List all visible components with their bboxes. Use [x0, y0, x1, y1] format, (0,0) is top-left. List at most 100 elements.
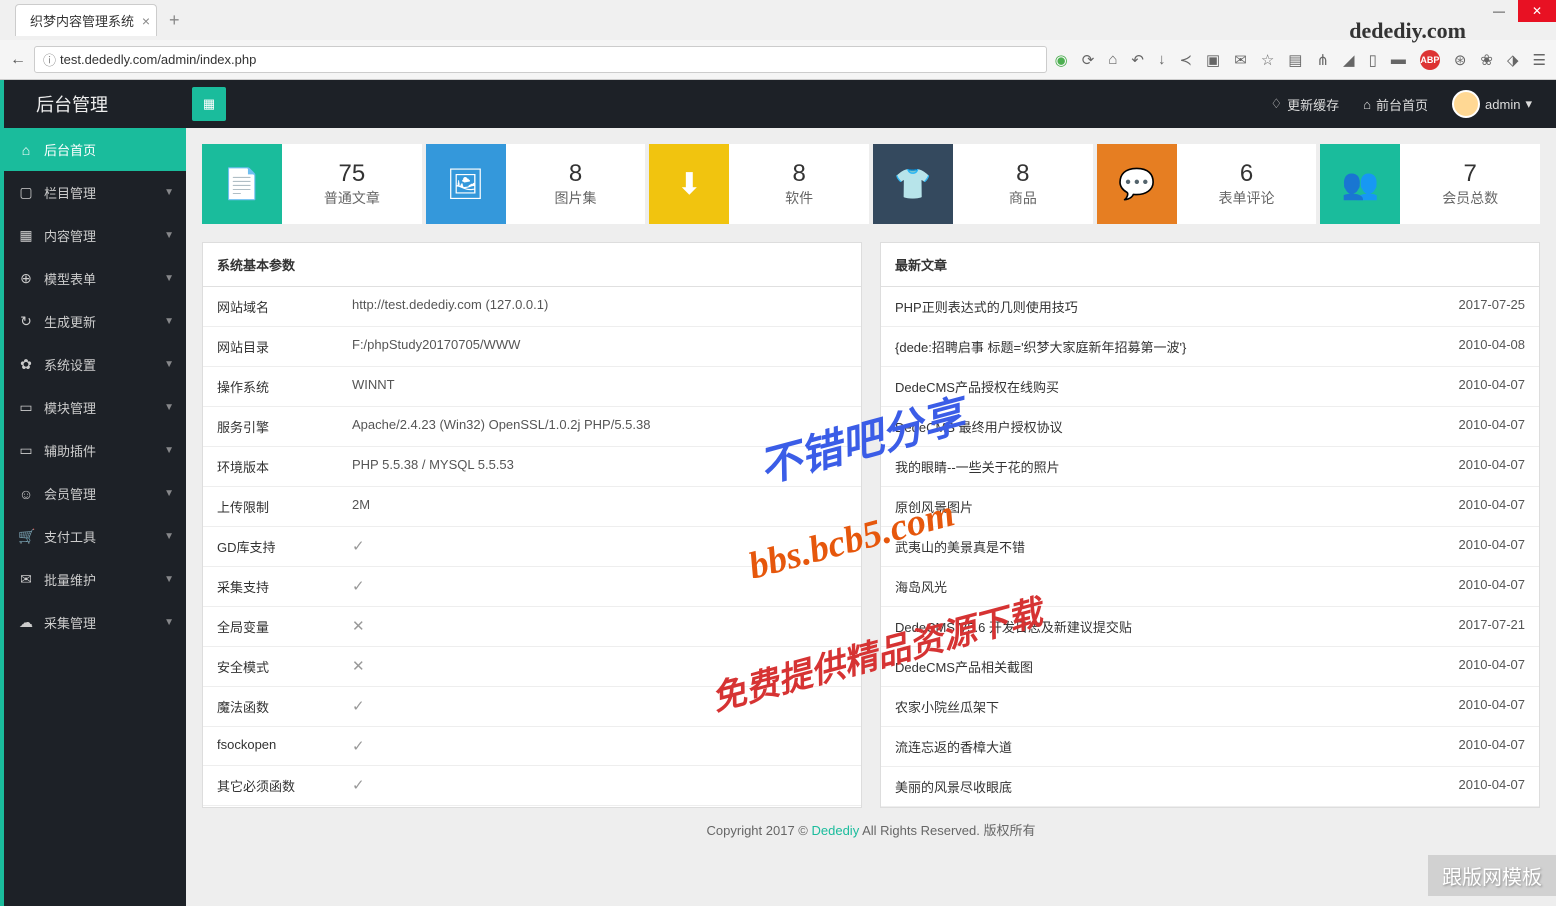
- sidebar-item-9[interactable]: 🛒支付工具▼: [4, 515, 186, 558]
- sidebar-item-label: 生成更新: [44, 312, 96, 331]
- sidebar-item-6[interactable]: ▭模块管理▼: [4, 386, 186, 429]
- home-icon[interactable]: ⌂: [1108, 51, 1117, 68]
- param-row: 其它必须函数✓: [203, 766, 861, 806]
- stat-card-5[interactable]: 👥7会员总数: [1320, 144, 1540, 224]
- panel-title: 系统基本参数: [203, 243, 861, 287]
- panel-icon[interactable]: ▯: [1369, 51, 1377, 69]
- sidebar-item-5[interactable]: ✿系统设置▼: [4, 343, 186, 386]
- download-icon[interactable]: ↓: [1158, 51, 1166, 68]
- stat-card-1[interactable]: 🖼8图片集: [426, 144, 646, 224]
- param-row: 服务引擎Apache/2.4.23 (Win32) OpenSSL/1.0.2j…: [203, 407, 861, 447]
- param-row: 全局变量✕: [203, 607, 861, 647]
- list-icon[interactable]: ▤: [1288, 51, 1302, 69]
- chevron-down-icon: ▼: [164, 574, 174, 585]
- new-tab-button[interactable]: +: [157, 10, 192, 31]
- ext1-icon[interactable]: ⊛: [1454, 51, 1467, 69]
- close-icon[interactable]: ×: [142, 13, 150, 29]
- param-row: fsockopen✓: [203, 727, 861, 766]
- refresh-icon: ♢: [1271, 96, 1283, 112]
- stat-icon: 🖼: [426, 144, 506, 224]
- sidebar-item-8[interactable]: ☺会员管理▼: [4, 472, 186, 515]
- app-container: 后台管理 ▦ ♢ 更新缓存 ⌂ 前台首页 admin ▾ ⌂后台首页▢栏目管理▼…: [0, 80, 1556, 906]
- param-row: GD库支持✓: [203, 527, 861, 567]
- app-body: ⌂后台首页▢栏目管理▼▦内容管理▼⊕模型表单▼↻生成更新▼✿系统设置▼▭模块管理…: [0, 128, 1556, 906]
- article-date: 2010-04-07: [1459, 737, 1526, 756]
- rss-icon[interactable]: ⋔: [1316, 51, 1329, 69]
- reload-icon[interactable]: ⟳: [1082, 51, 1095, 69]
- article-date: 2010-04-07: [1459, 577, 1526, 596]
- sidebar-icon: ✿: [18, 356, 34, 373]
- article-title-link[interactable]: 农家小院丝瓜架下: [895, 697, 1459, 716]
- frontend-link[interactable]: ⌂ 前台首页: [1363, 95, 1428, 114]
- article-title-link[interactable]: 美丽的风景尽收眼底: [895, 777, 1459, 796]
- article-title-link[interactable]: DedeCMS产品授权在线购买: [895, 377, 1459, 396]
- undo-icon[interactable]: ↶: [1131, 51, 1144, 69]
- star-icon[interactable]: ≺: [1179, 51, 1192, 69]
- stat-card-4[interactable]: 💬6表单评论: [1097, 144, 1317, 224]
- chevron-down-icon: ▼: [164, 488, 174, 499]
- tabs-bar: 织梦内容管理系统 × + dedediy.com — ✕: [0, 0, 1556, 40]
- param-row: 采集支持✓: [203, 567, 861, 607]
- sidebar-toggle-button[interactable]: ▦: [192, 87, 226, 121]
- sidebar-item-2[interactable]: ▦内容管理▼: [4, 214, 186, 257]
- refresh-cache-link[interactable]: ♢ 更新缓存: [1271, 95, 1340, 114]
- window-controls: — ✕: [1480, 0, 1556, 22]
- stat-icon: 📄: [202, 144, 282, 224]
- window-close-button[interactable]: ✕: [1518, 0, 1556, 22]
- url-input[interactable]: ⓘ test.dededly.com/admin/index.php: [34, 46, 1047, 73]
- article-row: 农家小院丝瓜架下2010-04-07: [881, 687, 1539, 727]
- stat-card-0[interactable]: 📄75普通文章: [202, 144, 422, 224]
- param-value: ✓: [352, 537, 847, 556]
- stat-number: 8: [729, 160, 869, 188]
- ext3-icon[interactable]: ⬗: [1507, 51, 1519, 69]
- sidebar-item-label: 栏目管理: [44, 183, 96, 202]
- shield-icon[interactable]: ◉: [1055, 51, 1068, 69]
- sidebar-item-0[interactable]: ⌂后台首页: [4, 128, 186, 171]
- article-title-link[interactable]: 原创风景图片: [895, 497, 1459, 516]
- folder-icon[interactable]: ▬: [1391, 51, 1406, 68]
- sidebar-item-label: 模型表单: [44, 269, 96, 288]
- back-icon[interactable]: ←: [10, 51, 26, 69]
- mail-icon[interactable]: ✉: [1234, 51, 1247, 69]
- article-title-link[interactable]: 武夷山的美景真是不错: [895, 537, 1459, 556]
- sidebar-item-1[interactable]: ▢栏目管理▼: [4, 171, 186, 214]
- stat-card-3[interactable]: 👕8商品: [873, 144, 1093, 224]
- user-menu[interactable]: admin ▾: [1452, 90, 1532, 118]
- article-title-link[interactable]: PHP正则表达式的几则使用技巧: [895, 297, 1459, 316]
- param-label: 全局变量: [217, 617, 352, 636]
- article-title-link[interactable]: 海岛风光: [895, 577, 1459, 596]
- minimize-button[interactable]: —: [1480, 0, 1518, 22]
- sidebar-item-7[interactable]: ▭辅助插件▼: [4, 429, 186, 472]
- param-label: 环境版本: [217, 457, 352, 476]
- article-title-link[interactable]: 我的眼睛--一些关于花的照片: [895, 457, 1459, 476]
- article-title-link[interactable]: {dede:招聘启事 标题='织梦大家庭新年招募第一波'}: [895, 337, 1459, 356]
- param-value: 2M: [352, 497, 847, 516]
- chevron-down-icon: ▼: [164, 617, 174, 628]
- article-row: 我的眼睛--一些关于花的照片2010-04-07: [881, 447, 1539, 487]
- footer-link[interactable]: Dedediy: [812, 823, 860, 838]
- article-title-link[interactable]: DedeCMS V5.6 开发日志及新建议提交贴: [895, 617, 1459, 636]
- article-title-link[interactable]: DedeCMS 最终用户授权协议: [895, 417, 1459, 436]
- abp-icon[interactable]: ABP: [1420, 50, 1440, 70]
- param-value: F:/phpStudy20170705/WWW: [352, 337, 847, 356]
- param-value: ✕: [352, 657, 847, 676]
- video-icon[interactable]: ▣: [1206, 51, 1220, 69]
- article-row: 原创风景图片2010-04-07: [881, 487, 1539, 527]
- ext2-icon[interactable]: ❀: [1480, 51, 1493, 69]
- sidebar-item-11[interactable]: ☁采集管理▼: [4, 601, 186, 644]
- sidebar-icon: ☁: [18, 614, 34, 631]
- browser-tab[interactable]: 织梦内容管理系统 ×: [15, 4, 157, 36]
- param-label: 其它必须函数: [217, 776, 352, 795]
- send-icon[interactable]: ◢: [1343, 51, 1355, 69]
- article-title-link[interactable]: 流连忘返的香樟大道: [895, 737, 1459, 756]
- article-title-link[interactable]: DedeCMS产品相关截图: [895, 657, 1459, 676]
- stat-card-2[interactable]: ⬇8软件: [649, 144, 869, 224]
- sidebar-item-10[interactable]: ✉批量维护▼: [4, 558, 186, 601]
- footer: Copyright 2017 © Dedediy All Rights Rese…: [202, 808, 1540, 851]
- sidebar-item-4[interactable]: ↻生成更新▼: [4, 300, 186, 343]
- bookmark-icon[interactable]: ☆: [1261, 51, 1274, 69]
- menu-icon[interactable]: ☰: [1533, 51, 1546, 69]
- browser-chrome: 织梦内容管理系统 × + dedediy.com — ✕ ← ⓘ test.de…: [0, 0, 1556, 80]
- sidebar-item-3[interactable]: ⊕模型表单▼: [4, 257, 186, 300]
- article-date: 2010-04-07: [1459, 777, 1526, 796]
